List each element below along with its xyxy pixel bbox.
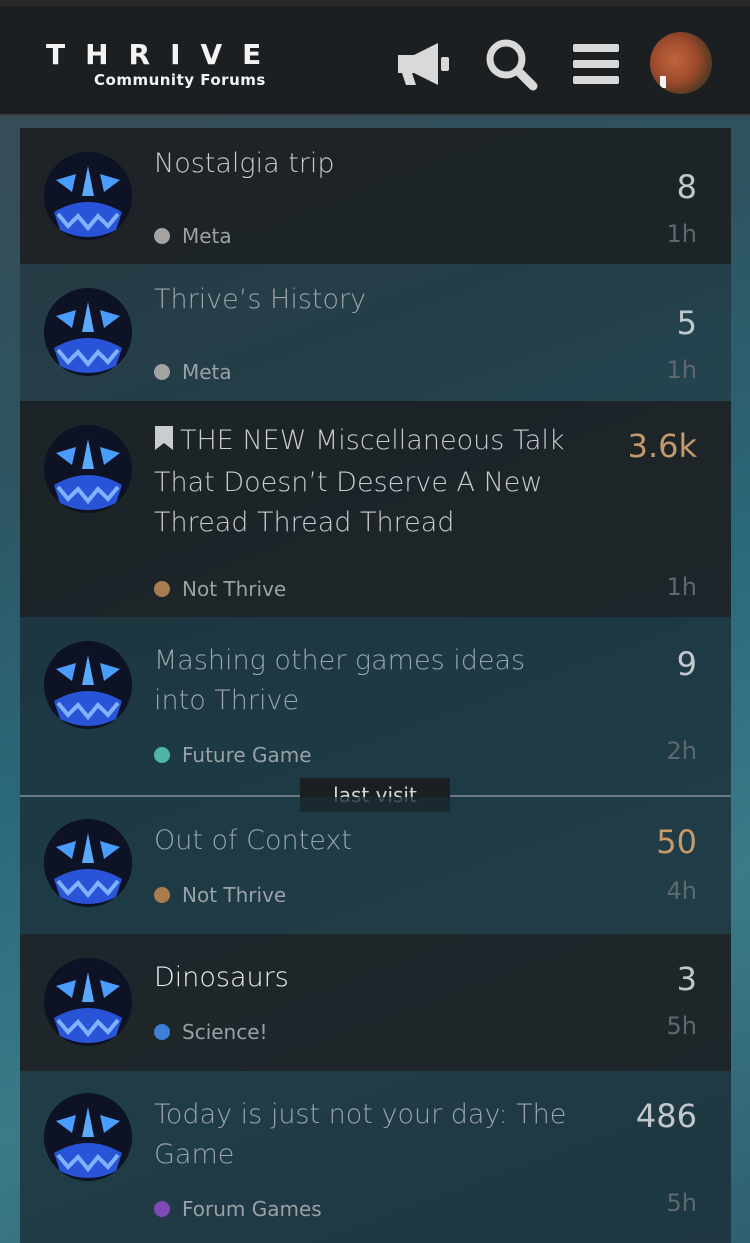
bookmark-icon (154, 423, 174, 463)
pumpkin-avatar-icon (44, 1093, 132, 1181)
category-dot (154, 1201, 170, 1217)
topic-title[interactable]: Nostalgia trip (154, 144, 574, 184)
category-badge[interactable]: Future Game (154, 743, 312, 767)
category-badge[interactable]: Not Thrive (154, 883, 286, 907)
category-label: Not Thrive (182, 577, 287, 601)
reply-count[interactable]: 9 (677, 645, 697, 683)
topic-row[interactable]: Today is just not your day: The Game For… (20, 1071, 731, 1243)
topic-list: Nostalgia trip Meta 8 1h Thrive’s Histor… (20, 116, 731, 1243)
poster-avatar[interactable] (44, 641, 132, 729)
category-label: Forum Games (182, 1197, 322, 1221)
megaphone-icon[interactable] (394, 34, 454, 94)
activity-time[interactable]: 2h (667, 737, 697, 765)
pumpkin-avatar-icon (44, 819, 132, 907)
activity-time[interactable]: 1h (667, 220, 697, 248)
topic-title-wrap[interactable]: THE NEW Miscellaneous Talk That Doesn’t … (154, 421, 584, 543)
activity-time[interactable]: 1h (667, 356, 697, 384)
category-badge[interactable]: Meta (154, 360, 232, 384)
poster-avatar[interactable] (44, 1093, 132, 1181)
reply-count[interactable]: 3.6k (628, 427, 697, 465)
topic-row[interactable]: THE NEW Miscellaneous Talk That Doesn’t … (20, 401, 731, 617)
logo-title: THRIVE (46, 38, 282, 71)
topic-row[interactable]: Nostalgia trip Meta 8 1h (20, 128, 731, 264)
site-logo[interactable]: THRIVE Community Forums (46, 38, 336, 98)
reply-count[interactable]: 486 (636, 1097, 697, 1135)
pumpkin-avatar-icon (44, 958, 132, 1046)
poster-avatar[interactable] (44, 425, 132, 513)
topic-row[interactable]: Thrive’s History Meta 5 1h (20, 264, 731, 401)
activity-time[interactable]: 1h (667, 573, 697, 601)
logo-subtitle: Community Forums (94, 71, 266, 89)
topic-row[interactable]: Mashing other games ideas into Thrive Fu… (20, 617, 731, 795)
pumpkin-avatar-icon (44, 641, 132, 729)
topic-row[interactable]: Out of Context Not Thrive 50 4h (20, 797, 731, 934)
topic-title[interactable]: Mashing other games ideas into Thrive (154, 641, 574, 721)
category-dot (154, 747, 170, 763)
activity-time[interactable]: 5h (667, 1189, 697, 1217)
category-badge[interactable]: Not Thrive (154, 577, 286, 601)
category-label: Science! (182, 1020, 268, 1044)
poster-avatar[interactable] (44, 819, 132, 907)
user-avatar[interactable] (650, 32, 712, 94)
topic-row[interactable]: Dinosaurs Science! 3 5h (20, 934, 731, 1071)
reply-count[interactable]: 50 (656, 823, 697, 861)
category-label: Not Thrive (182, 883, 287, 907)
poster-avatar[interactable] (44, 288, 132, 376)
pumpkin-avatar-icon (44, 288, 132, 376)
site-header: THRIVE Community Forums (0, 6, 750, 116)
hamburger-menu-icon[interactable] (566, 34, 626, 94)
category-label: Meta (182, 360, 232, 384)
avatar-mark (660, 76, 666, 88)
search-icon[interactable] (481, 34, 541, 94)
activity-time[interactable]: 4h (667, 877, 697, 905)
category-label: Future Game (182, 743, 312, 767)
pumpkin-avatar-icon (44, 152, 132, 240)
poster-avatar[interactable] (44, 958, 132, 1046)
category-dot (154, 228, 170, 244)
topic-title[interactable]: Today is just not your day: The Game (154, 1095, 574, 1175)
category-dot (154, 581, 170, 597)
category-label: Meta (182, 224, 232, 248)
reply-count[interactable]: 3 (677, 960, 697, 998)
activity-time[interactable]: 5h (667, 1012, 697, 1040)
poster-avatar[interactable] (44, 152, 132, 240)
topic-title[interactable]: Thrive’s History (154, 280, 574, 320)
category-dot (154, 887, 170, 903)
category-dot (154, 1024, 170, 1040)
pumpkin-avatar-icon (44, 425, 132, 513)
reply-count[interactable]: 5 (677, 304, 697, 342)
reply-count[interactable]: 8 (677, 168, 697, 206)
topic-title[interactable]: Dinosaurs (154, 958, 574, 998)
category-badge[interactable]: Forum Games (154, 1197, 322, 1221)
category-dot (154, 364, 170, 380)
category-badge[interactable]: Science! (154, 1020, 268, 1044)
topic-title: THE NEW Miscellaneous Talk That Doesn’t … (154, 425, 565, 538)
topic-title[interactable]: Out of Context (154, 821, 574, 861)
category-badge[interactable]: Meta (154, 224, 232, 248)
